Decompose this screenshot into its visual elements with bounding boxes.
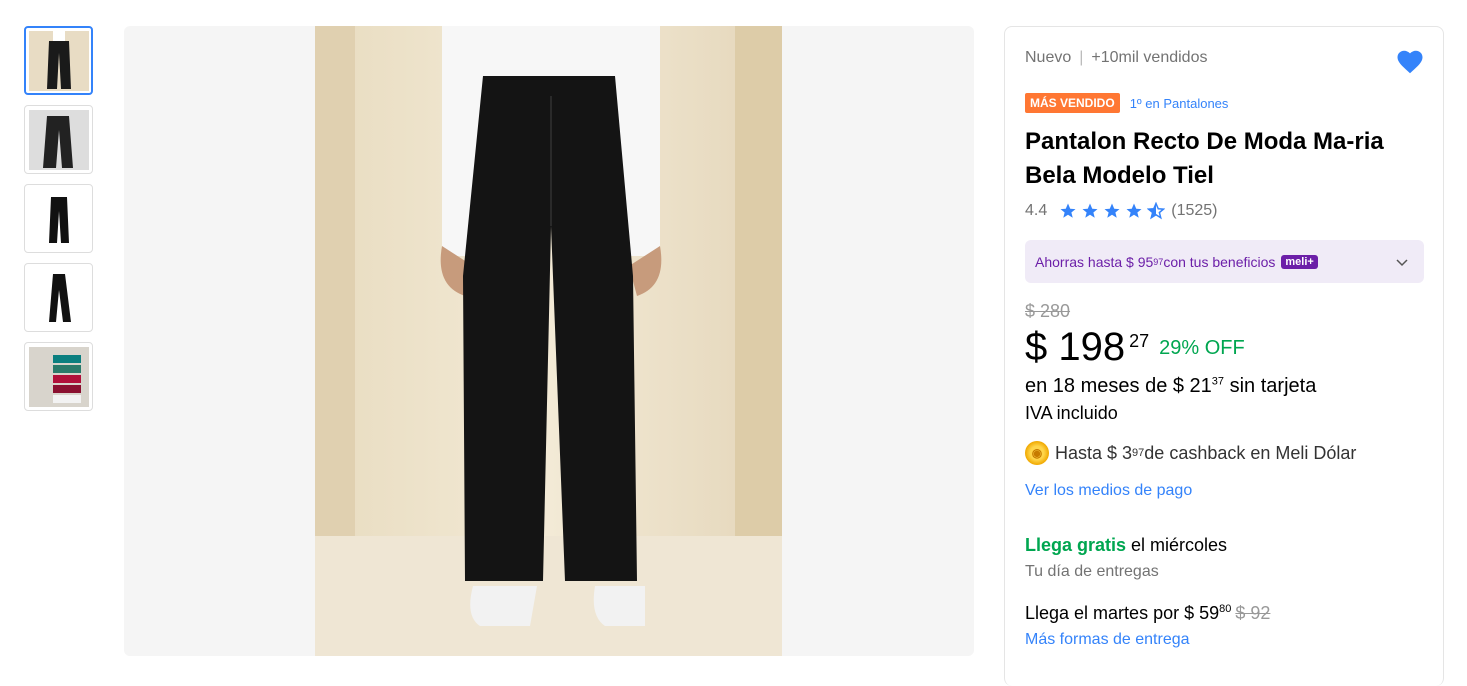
delivery-day-note: Tu día de entregas [1025, 563, 1159, 580]
main-gallery[interactable] [124, 26, 974, 656]
original-price: $ 280 [1025, 301, 1071, 321]
current-price-cents: 27 [1129, 331, 1150, 351]
cashback-pre: Hasta $ 3 [1055, 442, 1133, 463]
star-full-icon [1082, 203, 1098, 218]
alt-shipping-cents: 80 [1219, 603, 1232, 615]
free-shipping-line: Llega gratis el miércoles [1025, 535, 1227, 556]
alt-shipping-line: Llega el martes por $ 5980 $ 92 [1025, 603, 1270, 624]
discount-label: 29% OFF [1159, 337, 1245, 359]
alt-shipping-strike: $ 92 [1235, 603, 1271, 623]
payment-methods-link[interactable]: Ver los medios de pago [1025, 482, 1192, 500]
star-full-icon [1104, 203, 1120, 218]
cashback-cents: 97 [1132, 447, 1145, 459]
rating-stars [1059, 202, 1166, 220]
best-seller-badge: MÁS VENDIDO [1025, 93, 1120, 113]
thumbnail-3[interactable] [24, 184, 93, 253]
separator: | [1079, 49, 1084, 66]
thumbnail-5[interactable] [24, 342, 93, 411]
favorite-heart-icon[interactable] [1395, 47, 1425, 77]
thumbnail-image [28, 346, 89, 407]
thumbnail-4[interactable] [24, 263, 93, 332]
thumbnail-image [28, 267, 89, 328]
benefits-banner[interactable]: Ahorras hasta $ 95 97 con tus beneficios … [1025, 240, 1424, 283]
installments: en 18 meses de $ 2137 sin tarjeta [1025, 375, 1316, 398]
installments-pre: en 18 meses de $ 21 [1025, 375, 1212, 397]
installments-post: sin tarjeta [1224, 375, 1317, 397]
thumbnail-image [28, 188, 89, 249]
meli-plus-badge: meli+ [1281, 254, 1318, 269]
free-shipping-label: Llega gratis [1025, 535, 1127, 555]
badges-row: MÁS VENDIDO 1º en Pantalones [1025, 93, 1228, 113]
meli-dolar-coin-icon: ◉ [1025, 441, 1049, 465]
thumbnail-list [24, 26, 93, 421]
price-row: $ 198 27 29% OFF [1025, 325, 1245, 370]
condition: Nuevo [1025, 49, 1072, 66]
thumbnail-1[interactable] [24, 26, 93, 95]
thumbnail-image [28, 30, 89, 91]
product-title: Pantalon Recto De Moda Ma-ria Bela Model… [1025, 128, 1384, 189]
sold-count: +10mil vendidos [1091, 49, 1208, 66]
more-shipping-link[interactable]: Más formas de entrega [1025, 631, 1190, 649]
cashback-post: de cashback en Meli Dólar [1144, 442, 1357, 463]
free-shipping-day: el miércoles [1126, 535, 1228, 555]
benefits-text-post: con tus beneficios [1163, 253, 1276, 270]
product-photo [315, 26, 782, 656]
condition-line: Nuevo | +10mil vendidos [1025, 49, 1207, 67]
benefits-text-pre: Ahorras hasta $ 95 [1035, 253, 1154, 270]
star-full-icon [1126, 203, 1142, 218]
installments-cents: 37 [1211, 375, 1225, 388]
thumbnail-image [28, 109, 89, 170]
thumbnail-2[interactable] [24, 105, 93, 174]
current-price: $ 198 [1025, 325, 1126, 369]
star-half-icon [1147, 202, 1166, 220]
review-count: (1525) [1171, 202, 1218, 219]
rating-row[interactable]: 4.4 (1525) [1025, 202, 1218, 220]
benefits-cents: 97 [1153, 256, 1164, 267]
cashback-row: ◉ Hasta $ 3 97 de cashback en Meli Dólar [1025, 441, 1356, 465]
tax-note: IVA incluido [1025, 403, 1118, 423]
category-rank-link[interactable]: 1º en Pantalones [1130, 96, 1229, 111]
rating-value: 4.4 [1025, 202, 1048, 219]
chevron-down-icon [1396, 259, 1408, 267]
product-info-panel: Nuevo | +10mil vendidos MÁS VENDIDO 1º en … [1004, 26, 1444, 686]
alt-shipping-pre: Llega el martes por $ 59 [1025, 603, 1220, 623]
star-full-icon [1060, 203, 1076, 218]
